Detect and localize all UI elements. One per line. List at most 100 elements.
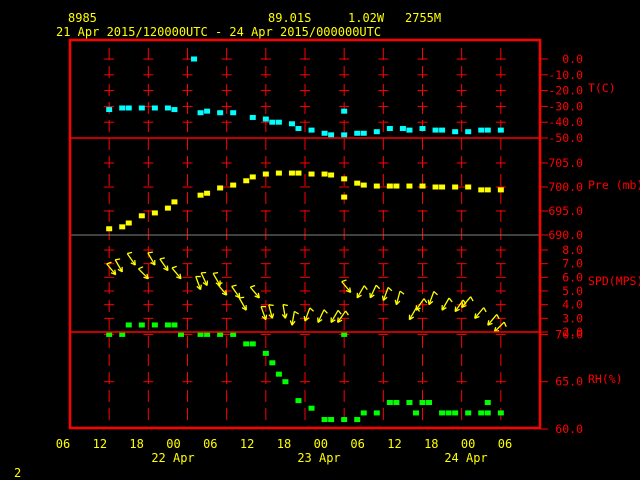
wind-barb (159, 257, 165, 260)
y-tick-label: -30.0 (548, 99, 583, 113)
temperature-point (328, 132, 335, 138)
wind-arrow (381, 286, 393, 302)
temperature-point (452, 129, 459, 135)
pressure-point (106, 226, 113, 232)
pressure-point (406, 183, 413, 189)
page-number: 2 (14, 466, 21, 480)
temperature-point (341, 132, 348, 138)
wind-arrow (231, 284, 241, 299)
pressure-point (197, 192, 204, 198)
wind-arrow (493, 321, 507, 333)
y-tick-label: 705.0 (548, 156, 583, 170)
wind-arrow (147, 251, 156, 266)
humidity-point (295, 398, 302, 404)
wind-arrow (330, 309, 342, 323)
wind-barb (213, 272, 219, 275)
panel-label: Pre (mb) (588, 178, 640, 192)
humidity-point (419, 400, 426, 406)
temperature-point (432, 127, 439, 133)
humidity-point (373, 410, 380, 416)
pressure-point (138, 213, 145, 219)
temperature-point (191, 56, 198, 62)
wind-barb (341, 279, 347, 283)
wind-arrow-head (394, 299, 398, 305)
x-tick-label: 12 (240, 437, 254, 451)
data-marks (106, 56, 507, 423)
y-tick-label: 6.0 (562, 270, 583, 284)
pressure-point (478, 187, 485, 193)
humidity-point (426, 400, 433, 406)
wind-arrow (159, 257, 169, 272)
latitude: 89.01S (268, 11, 311, 25)
wind-arrow (195, 275, 202, 291)
wind-arrow (171, 265, 182, 280)
wind-arrow (461, 296, 474, 309)
temperature-point (439, 127, 446, 133)
y-tick-label: 3.0 (562, 311, 583, 325)
y-tick-label: 690.0 (548, 228, 583, 242)
humidity-point (125, 322, 132, 328)
y-tick-label: 8.0 (562, 243, 583, 257)
x-tick-label: 00 (166, 437, 180, 451)
temperature-point (138, 105, 145, 111)
wind-arrow (249, 284, 260, 299)
wind-arrow (268, 304, 275, 319)
y-tick-label: 0.0 (562, 52, 583, 66)
wind-barb (127, 251, 133, 255)
humidity-point (465, 410, 472, 416)
humidity-point (308, 405, 315, 411)
temperature-point (269, 119, 276, 125)
humidity-point (269, 360, 276, 366)
wind-barb (433, 291, 439, 296)
pressure-point (243, 178, 250, 184)
pressure-point (341, 176, 348, 182)
wind-arrow (474, 307, 487, 319)
pressure-point (151, 210, 158, 216)
humidity-point (243, 341, 250, 347)
wind-barb (345, 310, 349, 316)
temperature-point (171, 107, 178, 113)
temperature-point (249, 114, 256, 120)
wind-barb (171, 265, 177, 269)
humidity-point (341, 417, 348, 423)
temperature-point (419, 126, 426, 132)
temperature-point (204, 108, 211, 114)
temperature-point (151, 105, 158, 111)
panel-label: SPD(MPS) (588, 274, 640, 288)
humidity-point (497, 410, 504, 416)
pressure-point (262, 171, 269, 177)
pressure-point (452, 184, 459, 190)
pressure-point (432, 184, 439, 190)
temperature-point (164, 105, 171, 111)
wind-barb (423, 298, 428, 304)
wind-barb (387, 286, 393, 292)
wind-arrow-head (415, 305, 418, 311)
humidity-point (171, 322, 178, 328)
temperature-point (386, 126, 393, 132)
x-tick-label: 00 (461, 437, 475, 451)
pressure-point (217, 185, 224, 191)
station-id: 8985 (68, 11, 97, 25)
y-tick-label: 4.0 (562, 298, 583, 312)
wind-barb (294, 310, 299, 315)
panel-label: RH(%) (588, 372, 623, 386)
wind-arrow (441, 297, 453, 311)
pressure-point (373, 183, 380, 189)
temperature-point (321, 130, 328, 136)
x-tick-label: 18 (129, 437, 143, 451)
temperature-point (125, 105, 132, 111)
temperature-point (119, 105, 126, 111)
wind-barb (470, 296, 474, 302)
wind-arrow (303, 307, 314, 322)
y-tick-label: 700.0 (548, 180, 583, 194)
wind-barb (268, 304, 274, 307)
humidity-point (282, 379, 289, 385)
pressure-point (204, 190, 211, 196)
humidity-point (412, 410, 419, 416)
x-tick-label: 12 (93, 437, 107, 451)
wind-barb (115, 258, 121, 261)
wind-barb (399, 290, 405, 295)
humidity-point (249, 341, 256, 347)
pressure-point (484, 187, 491, 193)
temperature-point (230, 110, 237, 116)
